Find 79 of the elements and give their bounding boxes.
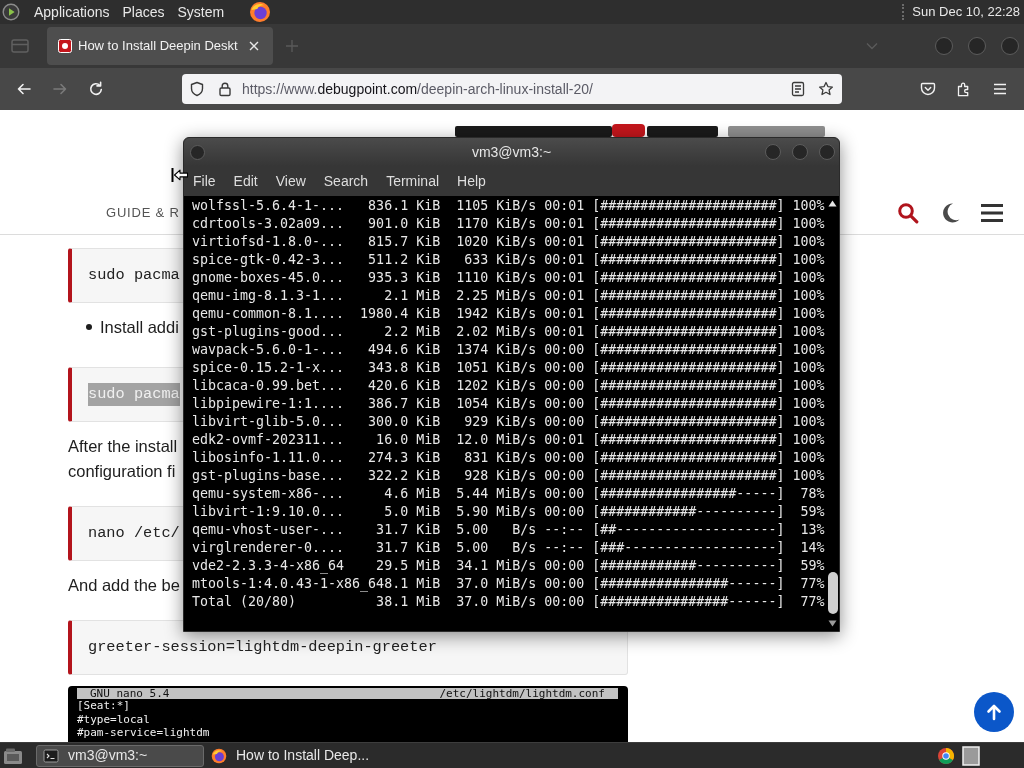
close-icon[interactable] bbox=[249, 41, 259, 51]
reload-icon[interactable] bbox=[88, 81, 104, 97]
scroll-to-top-button[interactable] bbox=[974, 692, 1014, 732]
screenshot-line: [Seat:*] bbox=[77, 699, 130, 713]
terminal-line: qemu-vhost-user-... 31.7 KiB 5.00 B/s --:-- [##--------------------] 13% bbox=[192, 521, 825, 539]
menu-item[interactable]: Help bbox=[457, 170, 486, 192]
menu-item[interactable]: Search bbox=[323, 170, 369, 192]
menu-icon[interactable] bbox=[992, 81, 1008, 97]
screenshot-line: #type=local bbox=[77, 712, 150, 726]
browser-icon bbox=[211, 747, 227, 764]
terminal-line: qemu-common-8.1.... 1980.4 KiB 1942 KiB/s 00:01 [######################] 100% bbox=[192, 305, 825, 323]
play-circle-icon[interactable] bbox=[2, 3, 20, 21]
terminal-line: libosinfo-1.11.0... 274.3 KiB 831 KiB/s 00:00 [######################] 100% bbox=[192, 449, 825, 467]
paragraph: After the install configuration fi bbox=[68, 436, 178, 482]
lock-icon[interactable] bbox=[217, 81, 233, 97]
logo-drawing[interactable] bbox=[455, 124, 825, 137]
terminal-line: mtools-1:4.0.43-1-x86_648.1 MiB 37.0 MiB/s 00:00 [################------] 77% bbox=[192, 575, 825, 593]
menu-item[interactable]: Terminal bbox=[386, 170, 440, 192]
terminal-line: libpipewire-1:1.... 386.7 KiB 1054 KiB/s 00:00 [######################] 100% bbox=[192, 395, 825, 413]
terminal-line: wolfssl-5.6.4-1-... 836.1 KiB 1105 KiB/s 00:01 [######################] 100% bbox=[192, 197, 825, 215]
terminal-line: edk2-ovmf-202311... 16.0 MiB 12.0 MiB/s 00:01 [######################] 100% bbox=[192, 431, 825, 449]
code-text: nano /etc/ bbox=[88, 523, 180, 545]
terminal-line: libvirt-1:9.10.0... 5.0 MiB 5.90 MiB/s 00:00 [############----------] 59% bbox=[192, 503, 825, 521]
terminal-icon bbox=[43, 747, 59, 764]
terminal-line: qemu-system-x86-... 4.6 MiB 5.44 MiB/s 00:00 [#################-----] 78% bbox=[192, 485, 825, 503]
menu-icon[interactable] bbox=[981, 203, 1003, 223]
address-bar[interactable]: https://www.debugpoint.com/deepin-arch-linux-install-20/ bbox=[182, 74, 842, 104]
site-favicon-icon bbox=[58, 39, 72, 53]
menu-item[interactable]: View bbox=[275, 170, 306, 192]
terminal-line: qemu-img-8.1.3-1... 2.1 MiB 2.25 MiB/s 00:01 [######################] 100% bbox=[192, 287, 825, 305]
arrow-up-icon bbox=[985, 703, 1003, 721]
nav-link[interactable]: GUIDE & R bbox=[106, 203, 180, 223]
terminal-line: cdrtools-3.02a09... 901.0 KiB 1170 KiB/s 00:01 [######################] 100% bbox=[192, 215, 825, 233]
terminal-line: libvirt-glib-5.0... 300.0 KiB 929 KiB/s 00:00 [######################] 100% bbox=[192, 413, 825, 431]
panel-menu[interactable]: Places bbox=[122, 1, 165, 23]
screenshot-line: #pam-service=lightdm bbox=[77, 726, 210, 740]
window-tray-icon[interactable] bbox=[962, 745, 980, 766]
menu-item[interactable]: Edit bbox=[233, 170, 258, 192]
star-icon[interactable] bbox=[818, 81, 834, 97]
terminal-line: virglrenderer-0.... 31.7 KiB 5.00 B/s --:-- [###-------------------] 14% bbox=[192, 539, 825, 557]
terminal-line: gst-plugins-good... 2.2 MiB 2.02 MiB/s 00:01 [######################] 100% bbox=[192, 323, 825, 341]
taskbar-item[interactable]: vm3@vm3:~ bbox=[36, 744, 204, 767]
browser-icon[interactable] bbox=[249, 1, 272, 23]
terminal-line: libcaca-0.99.bet... 420.6 KiB 1202 KiB/s 00:00 [######################] 100% bbox=[192, 377, 825, 395]
window-title: vm3@vm3:~ bbox=[471, 142, 552, 162]
code-text: sudo pacma bbox=[88, 383, 180, 406]
reader-view-icon[interactable] bbox=[790, 81, 806, 97]
clock: Sun Dec 10, 22:28 bbox=[912, 3, 1020, 22]
list-item-text: Install addi bbox=[100, 316, 179, 338]
terminal-line: virtiofsd-1.8.0-... 815.7 KiB 1020 KiB/s 00:01 [######################] 100% bbox=[192, 233, 825, 251]
file-path: /etc/lightdm/lightdm.conf bbox=[439, 688, 605, 699]
bullet-icon bbox=[86, 324, 92, 330]
search-icon[interactable] bbox=[897, 202, 919, 224]
show-desktop-icon[interactable] bbox=[3, 746, 23, 765]
shield-chevron-icon[interactable] bbox=[920, 81, 936, 97]
terminal-line: wavpack-5.6.0-1-... 494.6 KiB 1374 KiB/s 00:00 [######################] 100% bbox=[192, 341, 825, 359]
terminal-line: gst-plugins-base... 322.2 KiB 928 KiB/s 00:00 [######################] 100% bbox=[192, 467, 825, 485]
code-text: greeter-session=lightdm-deepin-greeter bbox=[88, 637, 437, 659]
terminal-line: vde2-2.3.3-4-x86_64 29.5 MiB 34.1 MiB/s 00:00 [############----------] 59% bbox=[192, 557, 825, 575]
terminal-line: spice-0.15.2-1-x... 343.8 KiB 1051 KiB/s 00:00 [######################] 100% bbox=[192, 359, 825, 377]
screenshot-title: GNU nano 5.4 bbox=[90, 688, 170, 699]
browser-tray-icon[interactable] bbox=[937, 746, 955, 765]
terminal-line: spice-gtk-0.42-3... 511.2 KiB 633 KiB/s 00:01 [######################] 100% bbox=[192, 251, 825, 269]
back-arrow-icon[interactable] bbox=[16, 81, 32, 97]
menu-item[interactable]: File bbox=[193, 170, 216, 192]
terminal-line: Total (20/80) 38.1 MiB 37.0 MiB/s 00:00 [################------] 77% bbox=[192, 593, 825, 611]
browser-tab[interactable]: How to Install Deepin Deskt bbox=[47, 27, 273, 65]
url-field[interactable]: https://www.debugpoint.com/deepin-arch-linux-install-20/ bbox=[242, 78, 593, 100]
scrollbar-thumb[interactable] bbox=[827, 572, 838, 614]
scroll-down-icon[interactable] bbox=[828, 620, 837, 627]
resize-cursor-icon bbox=[171, 167, 189, 183]
paragraph: And add the be bbox=[68, 575, 180, 596]
terminal-line: gnome-boxes-45.0... 935.3 KiB 1110 KiB/s 00:01 [######################] 100% bbox=[192, 269, 825, 287]
shield-icon[interactable] bbox=[189, 81, 205, 97]
panel-menu[interactable]: Applications bbox=[34, 1, 110, 23]
scroll-up-icon[interactable] bbox=[828, 200, 837, 207]
panel-menu[interactable]: System bbox=[177, 1, 225, 23]
code-text: sudo pacma bbox=[88, 265, 180, 287]
taskbar-item[interactable]: How to Install Deep... bbox=[204, 744, 372, 767]
